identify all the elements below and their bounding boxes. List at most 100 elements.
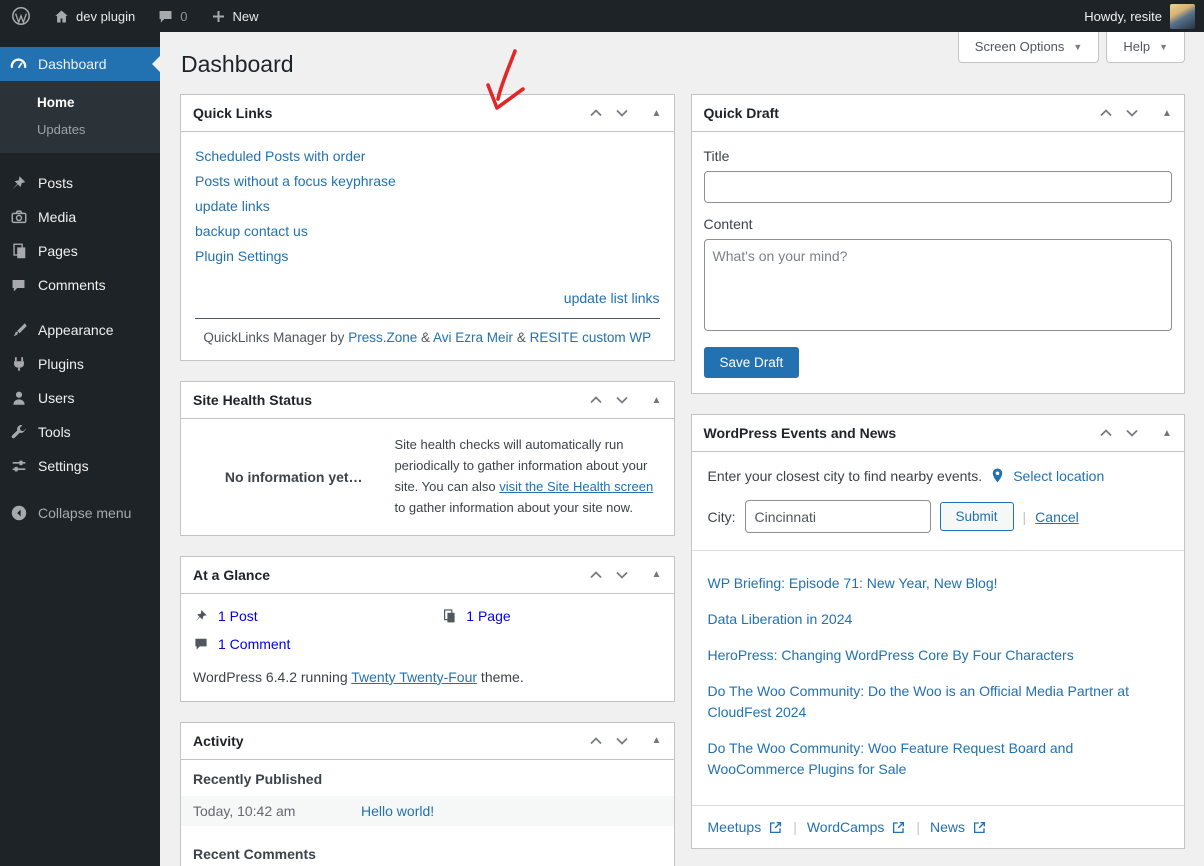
widget-order-down-button[interactable] [609, 562, 635, 588]
help-button[interactable]: Help ▼ [1106, 32, 1185, 63]
home-icon [55, 10, 68, 22]
select-location-link[interactable]: Select location [1013, 468, 1104, 484]
plus-icon [212, 10, 224, 22]
sidebar-item-appearance[interactable]: Appearance [0, 313, 160, 347]
user-avatar[interactable] [1170, 3, 1195, 29]
city-input[interactable] [744, 500, 931, 533]
collapse-menu-button[interactable]: Collapse menu [0, 496, 160, 530]
widget-order-up-button[interactable] [1093, 100, 1119, 126]
sidebar-item-label: Dashboard [38, 56, 107, 72]
toggle-icon: ▲ [651, 107, 662, 119]
widget-header[interactable]: At a Glance ▲ [181, 557, 674, 594]
quick-link[interactable]: backup contact us [193, 219, 662, 244]
media-icon [9, 208, 28, 226]
save-draft-button[interactable]: Save Draft [703, 347, 800, 378]
news-link[interactable]: News [930, 819, 987, 835]
widget-toggle-button[interactable]: ▲ [644, 387, 670, 413]
wordcamps-label: WordCamps [806, 819, 885, 835]
meetups-link[interactable]: Meetups [708, 819, 784, 835]
sidebar-subitem-updates[interactable]: Updates [0, 116, 160, 143]
widget-toggle-button[interactable]: ▲ [1154, 100, 1180, 126]
sidebar-item-posts[interactable]: Posts [0, 166, 160, 200]
widget-title: WordPress Events and News [703, 425, 897, 441]
widget-order-down-button[interactable] [1119, 420, 1145, 446]
published-post-row: Today, 10:42 am Hello world! [181, 795, 674, 826]
site-menu[interactable]: dev plugin [42, 0, 146, 32]
quick-link[interactable]: update links [193, 194, 662, 219]
draft-content-label: Content [703, 216, 753, 232]
events-intro-text: Enter your closest city to find nearby e… [707, 467, 983, 484]
sidebar-item-media[interactable]: Media [0, 200, 160, 234]
widget-order-up-button[interactable] [1093, 420, 1119, 446]
widget-order-up-button[interactable] [583, 562, 609, 588]
widget-order-down-button[interactable] [609, 100, 635, 126]
cancel-link[interactable]: Cancel [1035, 509, 1079, 525]
widget-order-up-button[interactable] [583, 387, 609, 413]
wordpress-logo-menu[interactable] [0, 0, 42, 32]
collapse-label: Collapse menu [38, 505, 132, 521]
new-content-menu[interactable]: New [199, 0, 270, 32]
widget-toggle-button[interactable]: ▲ [644, 562, 670, 588]
widget-order-up-button[interactable] [583, 100, 609, 126]
sidebar-item-dashboard[interactable]: Dashboard [0, 47, 160, 81]
pages-icon [441, 608, 457, 624]
sidebar-item-pages[interactable]: Pages [0, 234, 160, 268]
widget-header[interactable]: Activity ▲ [181, 723, 674, 760]
wordpress-logo-icon [12, 7, 30, 25]
widget-header[interactable]: Site Health Status ▲ [181, 382, 674, 420]
wordpress-version-text: WordPress 6.4.2 running Twenty Twenty-Fo… [193, 669, 662, 685]
widget-header[interactable]: Quick Links ▲ [181, 95, 674, 132]
credit-link[interactable]: Press.Zone [348, 330, 417, 345]
news-item-link[interactable]: Data Liberation in 2024 [708, 609, 1169, 630]
draft-content-textarea[interactable] [703, 239, 1172, 331]
theme-link[interactable]: Twenty Twenty-Four [351, 669, 477, 685]
sidebar-item-tools[interactable]: Tools [0, 415, 160, 449]
toggle-icon: ▲ [1162, 427, 1172, 439]
credit-link[interactable]: Avi Ezra Meir [433, 330, 513, 345]
quick-draft-widget: Quick Draft ▲ Title Content Save Draft [690, 94, 1185, 394]
sidebar-item-settings[interactable]: Settings [0, 449, 160, 483]
widget-order-down-button[interactable] [609, 728, 635, 754]
submit-button[interactable]: Submit [939, 502, 1014, 531]
widget-order-down-button[interactable] [609, 387, 635, 413]
sidebar-item-label: Plugins [38, 356, 84, 372]
widget-order-up-button[interactable] [583, 728, 609, 754]
update-list-links-link[interactable]: update list links [564, 290, 660, 306]
news-item-link[interactable]: Do The Woo Community: Do the Woo is an O… [708, 681, 1169, 723]
toggle-icon: ▲ [651, 569, 662, 581]
news-item-link[interactable]: Do The Woo Community: Woo Feature Reques… [708, 738, 1169, 780]
widget-toggle-button[interactable]: ▲ [1154, 420, 1180, 446]
widget-header[interactable]: Quick Draft ▲ [691, 95, 1184, 132]
screen-options-button[interactable]: Screen Options ▼ [957, 32, 1100, 63]
chevron-down-icon: ▼ [1159, 41, 1168, 52]
news-item-link[interactable]: HeroPress: Changing WordPress Core By Fo… [708, 645, 1169, 666]
sidebar-subitem-home[interactable]: Home [0, 89, 160, 116]
comments-menu[interactable]: 0 [146, 0, 198, 32]
site-health-screen-link[interactable]: visit the Site Health screen [499, 479, 653, 494]
wordcamps-link[interactable]: WordCamps [807, 819, 907, 835]
comment-count-link[interactable]: 1 Comment [218, 636, 290, 652]
sidebar-item-users[interactable]: Users [0, 381, 160, 415]
sidebar-item-plugins[interactable]: Plugins [0, 347, 160, 381]
page-count-link[interactable]: 1 Page [466, 608, 510, 624]
comment-count: 0 [180, 8, 188, 24]
published-post-link[interactable]: Hello world! [361, 803, 434, 819]
quick-link[interactable]: Plugin Settings [193, 244, 662, 269]
draft-title-input[interactable] [703, 171, 1172, 203]
widget-order-down-button[interactable] [1119, 100, 1145, 126]
quick-link[interactable]: Posts without a focus keyphrase [193, 169, 662, 194]
widget-toggle-button[interactable]: ▲ [644, 100, 670, 126]
widget-toggle-button[interactable]: ▲ [644, 728, 670, 754]
user-icon [9, 389, 28, 407]
sidebar-item-label: Settings [38, 458, 89, 474]
news-item-link[interactable]: WP Briefing: Episode 71: New Year, New B… [708, 573, 1169, 594]
credit-link[interactable]: RESITE custom WP [530, 330, 652, 345]
comments-icon [9, 277, 28, 294]
sidebar-item-comments[interactable]: Comments [0, 268, 160, 302]
post-count-link[interactable]: 1 Post [218, 608, 258, 624]
widget-header[interactable]: WordPress Events and News ▲ [691, 415, 1184, 452]
howdy-text[interactable]: Howdy, resite [1084, 9, 1162, 24]
credit-prefix: QuickLinks Manager by [203, 330, 345, 346]
quick-link[interactable]: Scheduled Posts with order [193, 144, 662, 169]
sidebar-item-label: Posts [38, 175, 74, 191]
